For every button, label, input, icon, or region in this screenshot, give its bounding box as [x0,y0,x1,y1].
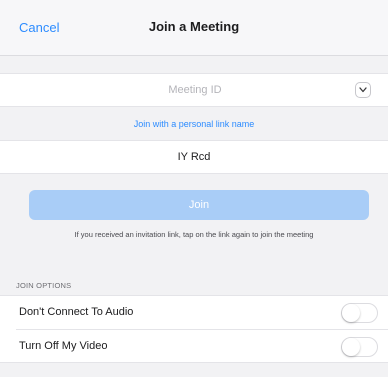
meeting-history-dropdown-button[interactable] [355,82,371,98]
option-label: Don't Connect To Audio [19,306,134,318]
meeting-id-row [0,73,388,107]
display-name-row [0,140,388,174]
toggle-knob [342,304,360,322]
option-row-turn-off-video: Turn Off My Video [0,330,388,363]
dont-connect-audio-toggle[interactable] [341,303,378,323]
toggle-knob [342,338,360,356]
nav-bar: Cancel Join a Meeting [0,0,388,56]
cancel-button[interactable]: Cancel [19,20,59,35]
join-options-header: JOIN OPTIONS [16,281,72,290]
meeting-id-input[interactable] [40,74,350,106]
join-options-group: Don't Connect To Audio Turn Off My Video [0,295,388,363]
option-row-dont-connect-audio: Don't Connect To Audio [0,296,388,329]
turn-off-video-toggle[interactable] [341,337,378,357]
join-button[interactable]: Join [29,190,369,220]
chevron-down-icon [359,87,367,93]
option-label: Turn Off My Video [19,340,108,352]
display-name-input[interactable] [0,141,388,173]
personal-link-name-link[interactable]: Join with a personal link name [0,119,388,129]
invitation-hint: If you received an invitation link, tap … [74,230,314,239]
